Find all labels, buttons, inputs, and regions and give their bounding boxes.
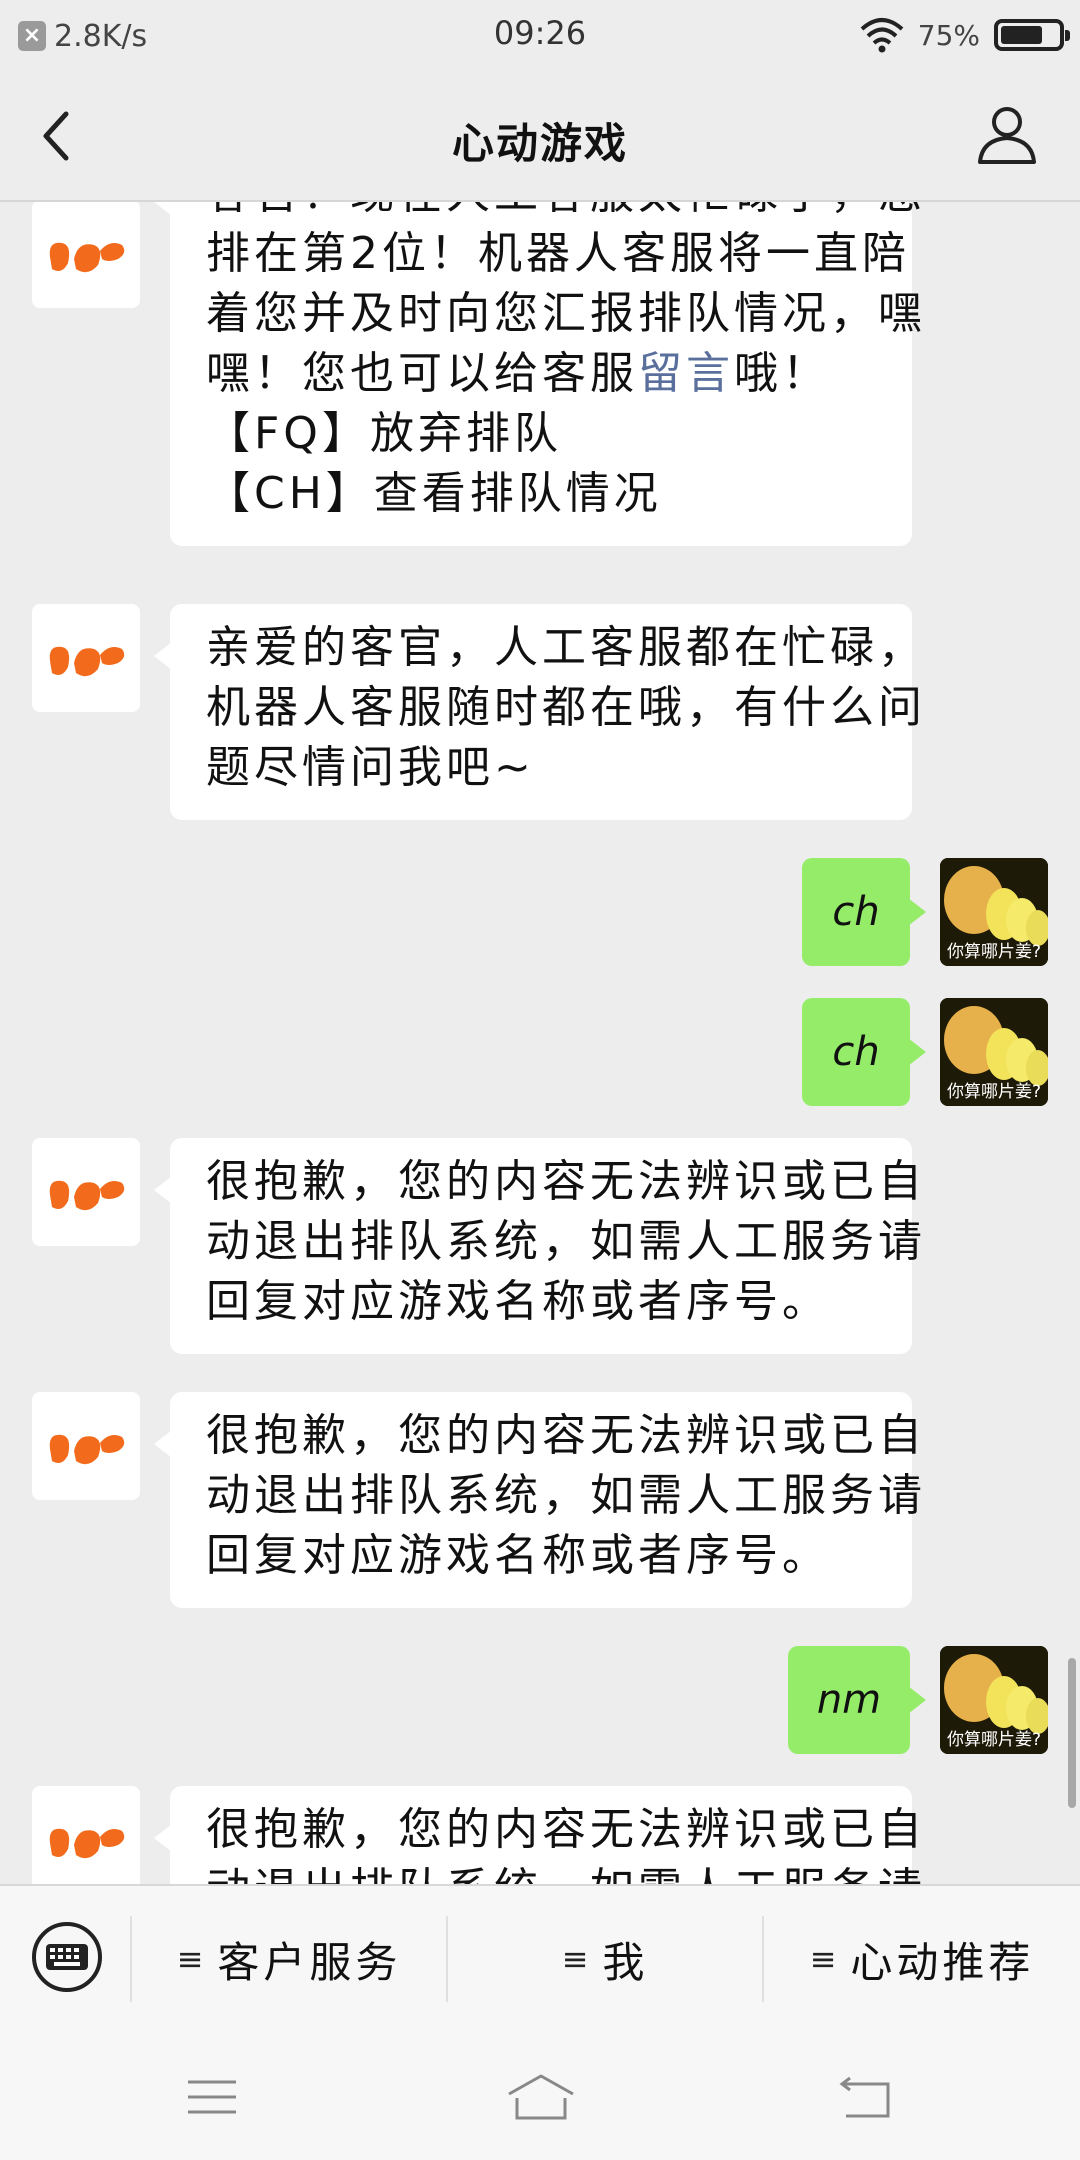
keyboard-icon[interactable] [30,1920,104,1994]
home-icon[interactable] [505,2072,577,2122]
avatar-caption: 你算哪片姜? [946,1082,1042,1102]
profile-icon[interactable] [974,102,1040,168]
menu-me[interactable]: ≡ 我 [448,1886,762,2032]
user-avatar[interactable]: 你算哪片姜? [940,858,1048,966]
menu-label: 心动推荐 [850,1937,1035,1987]
bottom-menu: ≡ 客户服务 ≡ 我 ≡ 心动推荐 [0,1884,1080,2030]
menu-recommend[interactable]: ≡ 心动推荐 [764,1886,1080,2032]
message-line: 动退出排队系统，如需人工服务请 [206,1216,926,1267]
status-right: 75% [860,14,1070,56]
bot-message: 很抱歉，您的内容无法辨识或已自 动退出排队系统，如需人工服务请 回复对应游戏名称… [154,1138,926,1354]
bot-logo-icon [49,242,125,273]
message-line: 回复对应游戏名称或者序号。 [206,1276,830,1327]
chat-area[interactable]: 客官！现在人工客服太忙碌了，您 排在第2位！机器人客服将一直陪 着您并及时向您汇… [0,202,1080,1884]
scrollbar[interactable] [1068,1658,1076,1808]
message-line: 排在第2位！机器人客服将一直陪 [206,228,910,279]
status-bar: × 2.8K/s 09:26 75% [0,0,1080,72]
bot-logo-icon [49,1180,125,1211]
message-line: 回复对应游戏名称或者序号。 [206,1530,830,1581]
message-line: 机器人客服随时都在哦，有什么问 [206,682,926,733]
message-line: 【FQ】放弃排队 [206,408,562,459]
user-avatar[interactable]: 你算哪片姜? [940,1646,1048,1754]
bot-message: 很抱歉，您的内容无法辨识或已自 动退出排队系统，如需人工服务请 [154,1786,926,1884]
avatar-caption: 你算哪片姜? [946,1730,1042,1750]
avatar-caption: 你算哪片姜? [946,942,1042,962]
bot-avatar[interactable] [32,202,140,308]
message-text: 哦！ [734,348,830,399]
menu-label: 客户服务 [217,1937,402,1987]
battery-icon [994,19,1070,51]
battery-level [1001,26,1042,44]
message-line: 【CH】查看排队情况 [206,468,662,519]
message-line: 题尽情问我吧~ [206,742,535,793]
menu-icon: ≡ [809,1940,841,1978]
title-bar: 心动游戏 [0,72,1080,202]
user-message: ch [802,858,926,966]
message-line: 客官！现在人工客服太忙碌了，您 [206,202,922,224]
message-line-with-link: 嘿！您也可以给客服留言哦！ [206,344,876,404]
user-avatar[interactable]: 你算哪片姜? [940,998,1048,1106]
message-line: 动退出排队系统，如需人工服务请 [206,1470,926,1521]
menu-icon: ≡ [176,1940,208,1978]
bot-avatar[interactable] [32,1138,140,1246]
message-line: 很抱歉，您的内容无法辨识或已自 [206,1156,926,1207]
message-line: 动退出排队系统，如需人工服务请 [206,1860,922,1884]
message-line: 很抱歉，您的内容无法辨识或已自 [206,1410,926,1461]
menu-icon: ≡ [561,1940,593,1978]
user-message: nm [788,1646,926,1754]
bot-logo-icon [49,646,125,677]
menu-customer-service[interactable]: ≡ 客户服务 [132,1886,446,2032]
message-line: 亲爱的客官，人工客服都在忙碌， [206,622,926,673]
menu-label: 我 [602,1937,649,1987]
bot-avatar[interactable] [32,1786,140,1884]
message-text: 嘿！您也可以给客服 [206,348,638,399]
page-title: 心动游戏 [451,119,628,168]
message-line: 很抱歉，您的内容无法辨识或已自 [206,1804,926,1855]
bot-message: 客官！现在人工客服太忙碌了，您 排在第2位！机器人客服将一直陪 着您并及时向您汇… [154,202,926,546]
wifi-icon [860,18,904,53]
leave-message-link[interactable]: 留言 [638,348,734,399]
bot-message: 亲爱的客官，人工客服都在忙碌， 机器人客服随时都在哦，有什么问 题尽情问我吧~ [154,604,926,820]
battery-percent: 75% [917,18,980,52]
system-nav-bar [0,2030,1080,2160]
bot-logo-icon [49,1434,125,1465]
bot-logo-icon [49,1828,125,1859]
bot-message: 很抱歉，您的内容无法辨识或已自 动退出排队系统，如需人工服务请 回复对应游戏名称… [154,1392,926,1608]
message-line: 着您并及时向您汇报排队情况，嘿 [206,288,926,339]
user-message: ch [802,998,926,1106]
bot-avatar[interactable] [32,1392,140,1500]
menu-icon[interactable] [182,2072,242,2122]
bot-avatar[interactable] [32,604,140,712]
return-icon[interactable] [836,2072,896,2122]
